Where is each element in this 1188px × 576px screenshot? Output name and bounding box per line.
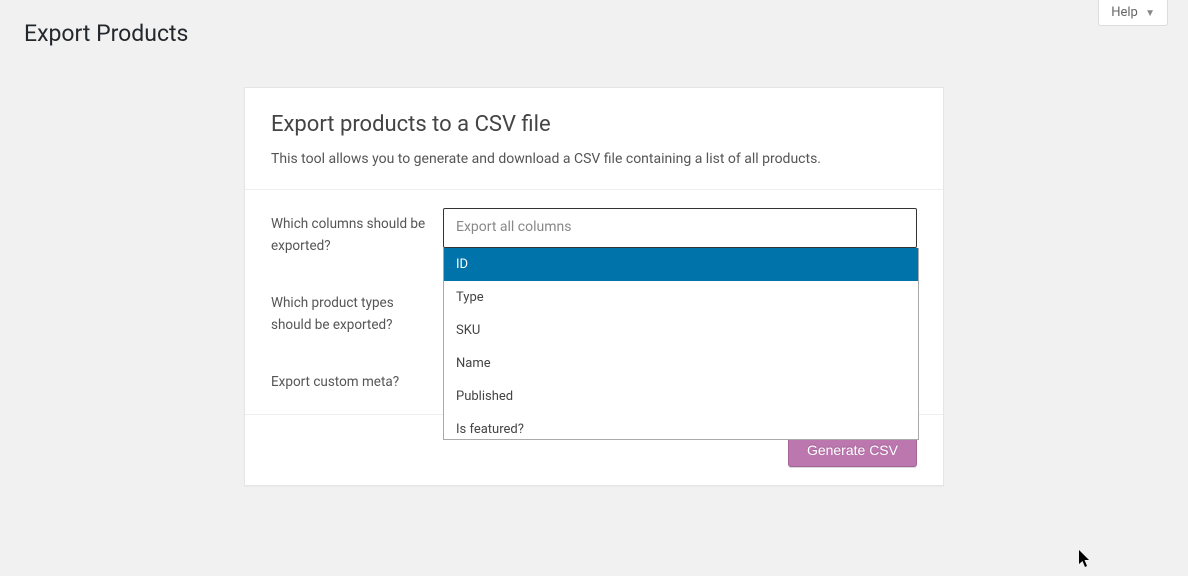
dropdown-option-sku[interactable]: SKU — [444, 314, 918, 347]
help-tab[interactable]: Help ▼ — [1098, 0, 1168, 26]
columns-select-input[interactable]: Export all columns — [443, 208, 917, 248]
panel-heading: Export products to a CSV file — [271, 112, 917, 137]
panel-header: Export products to a CSV file This tool … — [245, 88, 943, 190]
help-label: Help — [1111, 5, 1138, 20]
dropdown-option-type[interactable]: Type — [444, 281, 918, 314]
page-title: Export Products — [0, 0, 1188, 47]
dropdown-option-id[interactable]: ID — [444, 248, 918, 281]
panel-body: Which columns should be exported? Export… — [245, 190, 943, 414]
label-meta: Export custom meta? — [271, 366, 443, 394]
label-types: Which product types should be exported? — [271, 287, 443, 336]
row-columns: Which columns should be exported? Export… — [271, 208, 917, 257]
columns-dropdown[interactable]: ID Type SKU Name Published Is featured? — [443, 248, 919, 440]
dropdown-option-published[interactable]: Published — [444, 380, 918, 413]
dropdown-option-name[interactable]: Name — [444, 347, 918, 380]
label-columns: Which columns should be exported? — [271, 208, 443, 257]
export-panel: Export products to a CSV file This tool … — [244, 87, 944, 486]
chevron-down-icon: ▼ — [1145, 8, 1155, 19]
cursor-icon — [1078, 550, 1092, 570]
panel-description: This tool allows you to generate and dow… — [271, 151, 917, 167]
dropdown-option-featured[interactable]: Is featured? — [444, 413, 918, 439]
